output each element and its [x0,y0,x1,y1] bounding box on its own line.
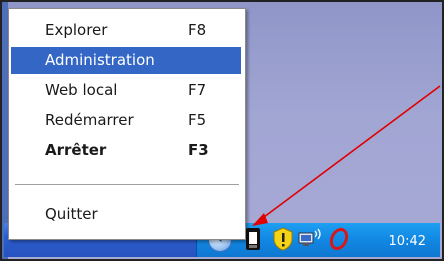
screenshot-frame: ‹ 10:42 Explorer F8 Administration [0,0,444,261]
annotation-arrow [252,85,441,226]
